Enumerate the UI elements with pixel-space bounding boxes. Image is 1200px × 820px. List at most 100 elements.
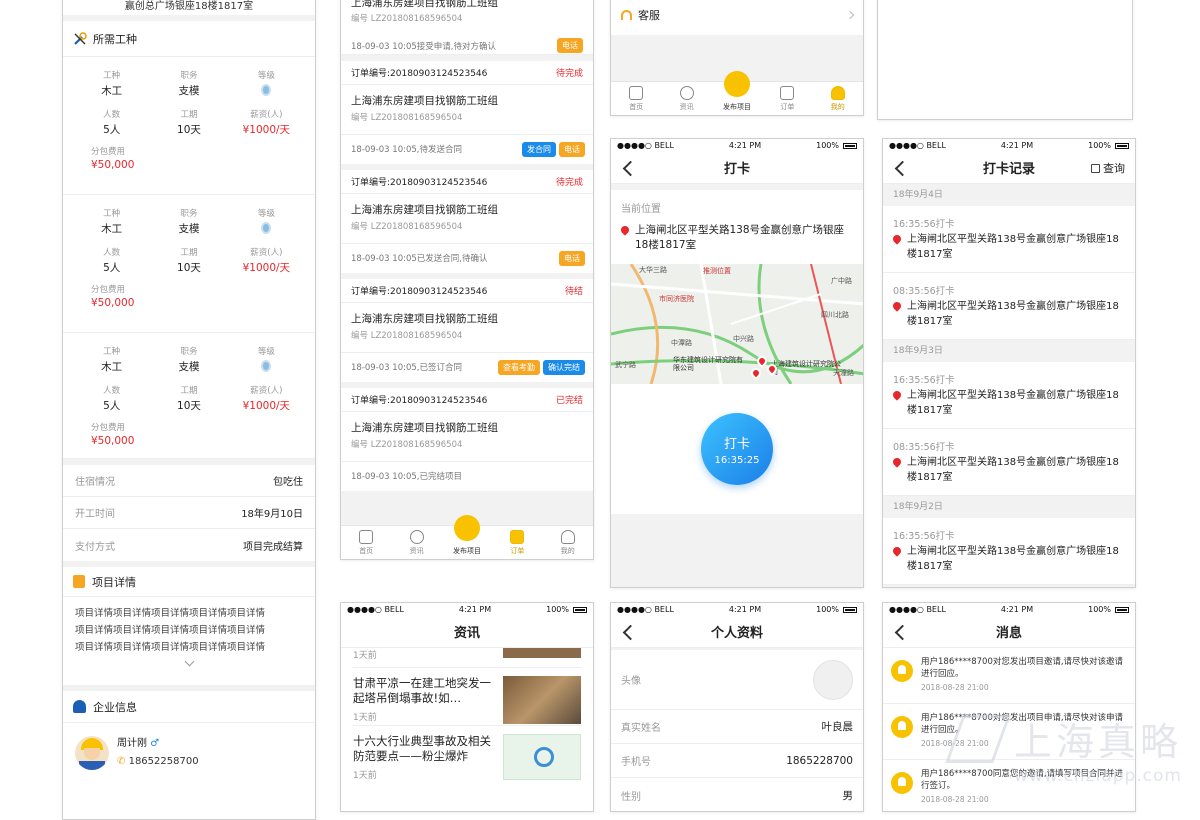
carrier: ●●●●○ BELL <box>347 605 404 614</box>
location-card: 当前位置 上海闸北区平型关路138号金赢创意广场银座18楼1817室 <box>611 190 863 264</box>
back-button[interactable] <box>893 623 911 641</box>
tab-label: 订单 <box>780 103 795 111</box>
info-value: 项目完成结算 <box>243 541 303 553</box>
order-code: 编号 LZ201808168596504 <box>351 113 463 123</box>
order-card-top[interactable]: 上海浦东房建项目找钢筋工班组 编号 LZ201808168596504 18-0… <box>341 0 593 55</box>
order-action-button[interactable]: 发合同 <box>522 141 556 157</box>
message-time: 2018-08-28 21:00 <box>921 739 989 748</box>
work-type-group: 工种 木工 职务 支模 等级 人数 5人 工期 10天 薪资(人) ¥1000/天 分包费用 ¥50,0… <box>63 57 315 195</box>
clock-in-screen: ●●●●○ BELL 4:21 PM 100% 打卡 当前位置 上海闸北区平型关路1… <box>610 138 864 588</box>
order-state: 待完成 <box>555 178 583 188</box>
phone-icon[interactable]: ✆ <box>117 756 125 767</box>
battery-level: 100% <box>1088 141 1111 150</box>
tab-mine[interactable]: 我的 <box>546 530 590 556</box>
user-icon <box>830 86 845 100</box>
label-salary: 薪资(人) <box>250 248 283 258</box>
carrier: ●●●●○ BELL <box>889 141 946 150</box>
clock: 4:21 PM <box>728 605 762 614</box>
profile-row-phone[interactable]: 手机号 1865228700 <box>611 744 863 778</box>
status-bar: ●●●●○ BELL 4:21 PM 100% <box>341 603 593 616</box>
calendar-icon <box>1091 163 1100 173</box>
order-action-button[interactable]: 查看考勤 <box>498 359 540 375</box>
sub-fee: ¥50,000 <box>91 435 135 447</box>
clock-in-label: 打卡 <box>723 436 750 452</box>
headset-icon <box>621 10 632 20</box>
call-button[interactable]: 电话 <box>557 38 583 53</box>
map-label: 中潭路 <box>671 339 692 347</box>
location-pin-icon <box>891 545 903 557</box>
section-title-detail: 项目详情 <box>92 575 136 589</box>
message-item[interactable]: 用户186****8700对您发出项目申请,请尽快对该申请进行回应。 2018-0… <box>883 704 1135 760</box>
tab-publish[interactable]: 发布项目 <box>715 71 759 112</box>
order-action-button[interactable]: 确认完结 <box>543 359 585 375</box>
order-card[interactable]: 订单编号:20180903124523546 待完成 上海浦东房建项目找钢筋工班组编… <box>341 61 593 164</box>
tab-news[interactable]: 资讯 <box>665 86 709 112</box>
record-item: 16:35:56打卡 上海闸北区平型关路138号金赢创意广场银座18楼1817室 <box>883 518 1135 585</box>
bell-icon <box>891 716 913 738</box>
message-item[interactable]: 用户186****8700对您发出项目邀请,请尽快对该邀请进行回应。 2018-0… <box>883 648 1135 704</box>
back-button[interactable] <box>621 159 639 177</box>
carrier: ●●●●○ BELL <box>617 141 674 150</box>
document-icon <box>73 575 85 588</box>
news-meta: 1天前 <box>353 713 377 723</box>
order-number: 订单编号:20180903124523546 <box>351 287 488 297</box>
news-item[interactable]: 1天前 <box>353 648 581 668</box>
record-item: 08:35:56打卡 上海闸北区平型关路138号金赢创意广场银座18楼1817室 <box>883 273 1135 340</box>
label-position: 职务 <box>180 209 198 219</box>
map-label: 推测位置 <box>703 267 731 275</box>
orders-icon <box>780 86 795 100</box>
detail-line: 项目详情项目详情项目详情项目详情项目详情 <box>75 642 266 653</box>
tab-publish[interactable]: 发布项目 <box>445 515 489 556</box>
query-button[interactable]: 查询 <box>1091 160 1125 176</box>
news-item[interactable]: 甘肃平凉一在建工地突发一起塔吊倒塌事故!如… 1天前 <box>353 668 581 726</box>
order-action-button[interactable]: 电话 <box>559 250 585 266</box>
order-state: 待结 <box>564 287 583 297</box>
nav-bar: 打卡记录 查询 <box>883 152 1135 184</box>
clock-in-time: 16:35:25 <box>714 454 760 466</box>
profile-row-name[interactable]: 真实姓名 叶良晨 <box>611 710 863 744</box>
bottom-tab-bar: 首页 资讯 发布项目 订单 我的 <box>341 515 593 559</box>
tab-orders[interactable]: 订单 <box>495 530 539 556</box>
order-number: 订单编号:20180903124523546 <box>351 69 488 79</box>
orders-list: 订单编号:20180903124523546 待完成 上海浦东房建项目找钢筋工班组编… <box>341 61 593 491</box>
person-phone[interactable]: 18652258700 <box>129 756 199 767</box>
clock-in-button[interactable]: 打卡 16:35:25 <box>701 413 773 485</box>
label-position: 职务 <box>180 71 198 81</box>
section-title-work-types: 所需工种 <box>93 32 137 46</box>
location-pin-icon <box>891 300 903 312</box>
profile-row-gender[interactable]: 性别 男 <box>611 778 863 811</box>
back-button[interactable] <box>621 623 639 641</box>
tab-home[interactable]: 首页 <box>344 530 388 556</box>
tab-orders[interactable]: 订单 <box>765 86 809 112</box>
work-period: 10天 <box>177 262 201 274</box>
map[interactable]: 推测位置 市同济医院 中潭路 华东建筑设计研究院有限公司 上海建筑设计研究院公司… <box>611 264 863 384</box>
support-row[interactable]: 客服 <box>611 0 863 35</box>
battery-icon <box>1114 142 1129 149</box>
mine-screen: 客服 首页 资讯 发布项目 订单 我的 <box>610 0 864 116</box>
order-card[interactable]: 订单编号:20180903124523546 待结 上海浦东房建项目找钢筋工班组 编号… <box>341 279 593 382</box>
address-top-text: 赢创总广场银座18楼1817室 <box>63 0 315 15</box>
news-thumbnail <box>503 676 581 724</box>
message-item[interactable]: 用户186****8700同意您的邀请,请填写项目合同并进行签订。 2018-08… <box>883 760 1135 811</box>
chevron-down-icon[interactable] <box>184 656 194 667</box>
order-card[interactable]: 订单编号:20180903124523546 待完成 上海浦东房建项目找钢筋工班组编… <box>341 170 593 273</box>
message-text: 用户186****8700对您发出项目申请,请尽快对该申请进行回应。 <box>921 713 1124 735</box>
tools-icon <box>73 31 87 46</box>
record-address: 上海闸北区平型关路138号金赢创意广场银座18楼1817室 <box>907 234 1119 260</box>
back-button[interactable] <box>893 159 911 177</box>
people-count: 5人 <box>103 400 121 412</box>
label-sub-fee: 分包费用 <box>91 285 126 295</box>
news-item[interactable]: 十六大行业典型事故及相关防范要点——粉尘爆炸 1天前 <box>353 726 581 786</box>
bell-icon <box>891 772 913 794</box>
tab-mine[interactable]: 我的 <box>816 86 860 112</box>
people-count: 5人 <box>103 262 121 274</box>
order-action-button[interactable]: 电话 <box>559 141 585 157</box>
location-pin-icon <box>891 456 903 468</box>
profile-row-avatar[interactable]: 头像 <box>611 650 863 710</box>
map-label: 武宁路 <box>615 361 636 369</box>
order-card[interactable]: 订单编号:20180903124523546 已完结 上海浦东房建项目找钢筋工班组编… <box>341 388 593 491</box>
tab-news[interactable]: 资讯 <box>395 530 439 556</box>
battery-level: 100% <box>816 605 839 614</box>
record-item: 16:35:56打卡 上海闸北区平型关路138号金赢创意广场银座18楼1817室 <box>883 362 1135 429</box>
tab-home[interactable]: 首页 <box>614 86 658 112</box>
